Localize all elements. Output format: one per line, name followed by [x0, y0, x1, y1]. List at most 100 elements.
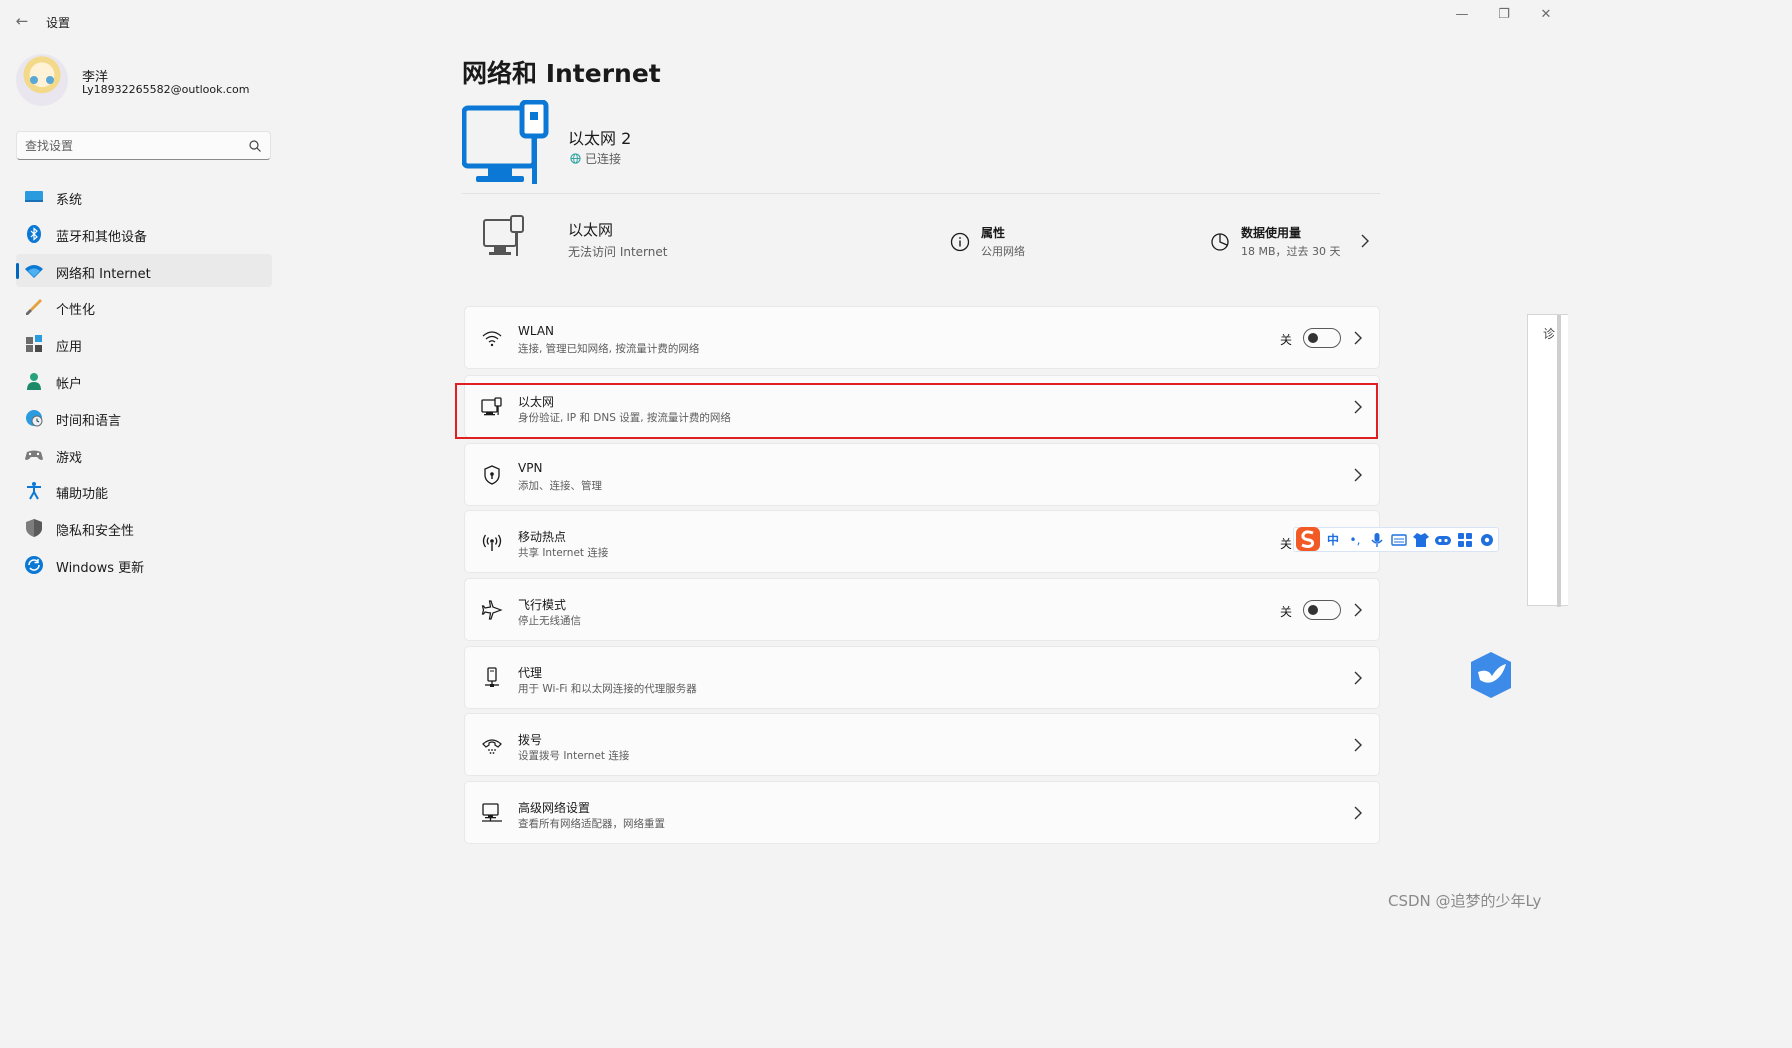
- sidebar-item-personalization[interactable]: 个性化: [16, 290, 272, 323]
- ethernet-monitor-icon: [483, 215, 524, 256]
- data-usage-label[interactable]: 数据使用量: [1241, 224, 1301, 241]
- globe-icon: [570, 153, 581, 164]
- keyboard-icon[interactable]: [1390, 531, 1408, 549]
- sidebar-item-network[interactable]: 网络和 Internet: [16, 253, 272, 287]
- bird-assistant-icon[interactable]: [1466, 650, 1516, 700]
- chevron-right-icon[interactable]: [1358, 232, 1372, 250]
- airplane-mode-toggle[interactable]: [1303, 600, 1341, 620]
- info-icon[interactable]: [950, 232, 970, 252]
- restore-button[interactable]: ❐: [1486, 4, 1522, 26]
- user-profile[interactable]: 李洋 Ly18932265582@outlook.com: [16, 54, 276, 110]
- dial-up-phone-icon: [482, 739, 502, 754]
- apps-icon: [26, 335, 42, 353]
- close-button[interactable]: ✕: [1528, 4, 1564, 26]
- sidebar-item-apps[interactable]: 应用: [16, 327, 272, 360]
- wlan-toggle[interactable]: [1303, 328, 1341, 348]
- gamepad-icon: [25, 450, 43, 460]
- brush-icon: [26, 299, 42, 316]
- ethernet-computer-icon: [462, 100, 549, 184]
- toggle-state-label: 关: [1280, 537, 1293, 551]
- minimize-button[interactable]: —: [1444, 4, 1480, 26]
- card-advanced-network-settings[interactable]: 高级网络设置 查看所有网络适配器，网络重置: [464, 781, 1380, 844]
- side-floating-panel[interactable]: 诊: [1527, 314, 1568, 607]
- card-wlan[interactable]: WLAN 连接, 管理已知网络, 按流量计费的网络 关: [464, 306, 1380, 369]
- chevron-right-icon[interactable]: [1351, 805, 1365, 821]
- csdn-watermark: CSDN @追梦的少年Ly: [1388, 892, 1542, 910]
- divider: [462, 193, 1380, 194]
- connection-status-text: 已连接: [585, 152, 622, 166]
- update-icon: [25, 555, 43, 574]
- sidebar-item-label: 隐私和安全性: [56, 524, 135, 540]
- data-usage-icon[interactable]: [1210, 232, 1230, 252]
- sidebar-item-accessibility[interactable]: 辅助功能: [16, 474, 272, 507]
- sidebar-item-system[interactable]: 系统: [16, 180, 272, 213]
- sidebar-item-label: 辅助功能: [56, 487, 109, 503]
- gamepad-icon[interactable]: [1434, 531, 1452, 549]
- card-title: 高级网络设置: [518, 801, 591, 815]
- chevron-right-icon[interactable]: [1351, 467, 1365, 483]
- card-subtitle: 添加、连接、管理: [518, 480, 602, 492]
- search-box[interactable]: [16, 131, 271, 160]
- wifi-icon: [25, 264, 43, 278]
- card-airplane-mode[interactable]: 飞行模式 停止无线通信 关: [464, 578, 1380, 641]
- side-panel-label: 诊: [1543, 327, 1556, 341]
- sogou-logo-icon[interactable]: [1294, 525, 1322, 553]
- ime-chinese-mode[interactable]: 中: [1324, 531, 1342, 549]
- shield-icon: [484, 465, 500, 485]
- sidebar-item-label: 应用: [56, 340, 83, 356]
- ethernet-summary-description: 无法访问 Internet: [568, 245, 668, 259]
- sidebar-item-label: 帐户: [56, 376, 83, 392]
- card-subtitle: 查看所有网络适配器，网络重置: [518, 818, 665, 830]
- network-adapter-icon: [482, 803, 502, 822]
- chevron-right-icon[interactable]: [1351, 670, 1365, 686]
- sidebar-item-bluetooth[interactable]: 蓝牙和其他设备: [16, 217, 272, 250]
- sidebar-item-label: 系统: [56, 193, 83, 208]
- card-title: 飞行模式: [518, 598, 567, 612]
- shield-icon: [26, 519, 42, 538]
- search-icon[interactable]: [248, 139, 262, 153]
- card-mobile-hotspot[interactable]: 移动热点 共享 Internet 连接 关: [464, 510, 1380, 573]
- sidebar-item-time-language[interactable]: 时间和语言: [16, 401, 272, 434]
- sidebar-item-label: 时间和语言: [56, 413, 122, 429]
- side-panel-scrollbar[interactable]: [1557, 315, 1561, 607]
- connection-status: 已连接: [570, 150, 621, 167]
- chevron-right-icon[interactable]: [1351, 330, 1365, 346]
- ime-toolbar[interactable]: 中 •,: [1293, 527, 1499, 552]
- card-subtitle: 停止无线通信: [518, 615, 581, 627]
- card-title: WLAN: [518, 324, 555, 338]
- card-vpn[interactable]: VPN 添加、连接、管理: [464, 443, 1380, 506]
- data-usage-value: 18 MB，过去 30 天: [1241, 245, 1341, 258]
- proxy-server-icon: [485, 667, 499, 687]
- card-subtitle: 共享 Internet 连接: [518, 547, 609, 559]
- wifi-icon: [482, 331, 502, 347]
- avatar[interactable]: [16, 54, 68, 106]
- ime-punctuation[interactable]: •,: [1346, 531, 1364, 549]
- sidebar-item-label: Windows 更新: [56, 560, 145, 576]
- sidebar-item-gaming[interactable]: 游戏: [16, 438, 272, 471]
- chevron-right-icon[interactable]: [1351, 602, 1365, 618]
- highlight-box: [455, 383, 1378, 439]
- microphone-icon[interactable]: [1368, 531, 1386, 549]
- sidebar-item-windows-update[interactable]: Windows 更新: [16, 548, 272, 581]
- toolbox-grid-icon[interactable]: [1456, 531, 1474, 549]
- back-button[interactable]: ←: [12, 10, 32, 32]
- sidebar-item-privacy[interactable]: 隐私和安全性: [16, 511, 272, 544]
- card-proxy[interactable]: 代理 用于 Wi-Fi 和以太网连接的代理服务器: [464, 646, 1380, 709]
- settings-gear-icon[interactable]: [1478, 531, 1496, 549]
- ethernet-summary[interactable]: 以太网 无法访问 Internet 属性 公用网络 数据使用量 18 MB，过去…: [462, 200, 1380, 280]
- globe-clock-icon: [26, 409, 43, 427]
- sidebar-item-accounts[interactable]: 帐户: [16, 364, 272, 397]
- search-input[interactable]: [25, 136, 245, 156]
- skin-shirt-icon[interactable]: [1412, 531, 1430, 549]
- chevron-right-icon[interactable]: [1351, 737, 1365, 753]
- card-subtitle: 设置拨号 Internet 连接: [518, 750, 630, 762]
- bluetooth-icon: [27, 224, 41, 243]
- connection-name: 以太网 2: [568, 129, 632, 148]
- page-title: 网络和 Internet: [462, 59, 661, 88]
- card-title: 代理: [518, 666, 543, 680]
- card-dial-up[interactable]: 拨号 设置拨号 Internet 连接: [464, 713, 1380, 776]
- sidebar-nav: 系统 蓝牙和其他设备 网络和 Internet 个性化 应用 帐户 时间和语言 …: [16, 180, 272, 585]
- card-title: 拨号: [518, 733, 543, 747]
- properties-label[interactable]: 属性: [981, 224, 1005, 241]
- card-subtitle: 连接, 管理已知网络, 按流量计费的网络: [518, 343, 700, 355]
